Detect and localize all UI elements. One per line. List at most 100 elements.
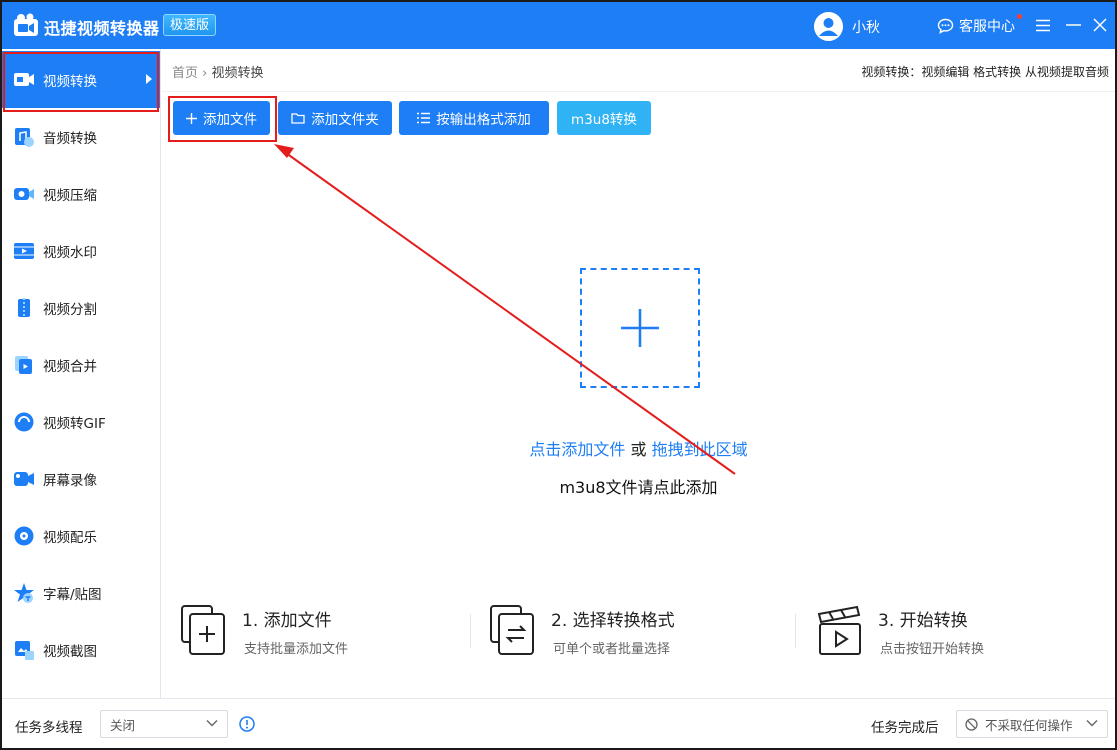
files-add-icon <box>181 605 225 655</box>
step-add-file: 1. 添加文件 支持批量添加文件 <box>180 604 420 664</box>
minimize-button[interactable] <box>1060 12 1086 38</box>
step-divider <box>795 614 796 648</box>
add-file-label: 添加文件 <box>203 112 257 128</box>
sidebar-item-label: 屏幕录像 <box>43 472 97 489</box>
plus-icon <box>621 309 659 347</box>
customer-service-label: 客服中心 <box>959 19 1015 35</box>
sidebar-item-label: 字幕/贴图 <box>43 586 102 603</box>
or-text: 或 <box>625 440 652 459</box>
breadcrumb: 首页 › 视频转换 <box>172 62 264 81</box>
list-icon <box>417 112 431 124</box>
step-desc: 可单个或者批量选择 <box>553 642 671 657</box>
step-title: 3. 开始转换 <box>878 611 968 631</box>
sidebar-item-subtitle-sticker[interactable]: 字幕/贴图 <box>2 564 160 621</box>
minimize-icon <box>1065 24 1081 26</box>
app-title: 迅捷视频转换器 <box>44 19 160 38</box>
breadcrumb-home[interactable]: 首页 <box>172 66 198 81</box>
sidebar-item-label: 音频转换 <box>43 130 97 147</box>
close-button[interactable] <box>1087 12 1113 38</box>
sidebar-item-label: 视频转GIF <box>43 415 106 432</box>
edition-badge: 极速版 <box>163 14 217 36</box>
multithread-select[interactable]: 关闭 <box>100 710 228 738</box>
sidebar-item-video-convert[interactable]: 视频转换 <box>2 51 160 108</box>
step-choose-format: 2. 选择转换格式 可单个或者批量选择 <box>489 604 749 664</box>
username[interactable]: 小秋 <box>852 17 880 37</box>
screen-record-icon <box>13 468 35 490</box>
sidebar-item-video-music[interactable]: 视频配乐 <box>2 507 160 564</box>
breadcrumb-separator: › <box>202 66 208 81</box>
footer-bar: 任务多线程 关闭 任务完成后 不采取任何操作 <box>2 698 1115 748</box>
sidebar-item-video-split[interactable]: 视频分割 <box>2 279 160 336</box>
sidebar-item-video-watermark[interactable]: 视频水印 <box>2 222 160 279</box>
video-compress-icon <box>13 183 35 205</box>
sidebar-item-label: 视频水印 <box>43 244 97 261</box>
ban-icon <box>965 718 978 731</box>
video-split-icon <box>13 297 35 319</box>
after-done-value: 不采取任何操作 <box>985 717 1073 733</box>
m3u8-convert-button[interactable]: m3u8转换 <box>557 101 651 135</box>
feature-hint-text: 视频转换：视频编辑 格式转换 从视频提取音频 <box>861 65 1109 79</box>
click-add-file-link[interactable]: 点击添加文件 <box>529 440 625 459</box>
sidebar-item-label: 视频转换 <box>43 73 97 90</box>
after-done-label: 任务完成后 <box>871 720 939 736</box>
title-bar: 迅捷视频转换器 极速版 小秋 客服中心 <box>2 2 1115 49</box>
video-music-icon <box>13 525 35 547</box>
info-icon[interactable] <box>239 716 255 732</box>
drop-zone[interactable] <box>580 268 700 388</box>
drag-here-link[interactable]: 拖拽到此区域 <box>652 440 748 459</box>
main-content: 首页 › 视频转换 视频转换：视频编辑 格式转换 从视频提取音频 添加文件 添加… <box>162 49 1115 698</box>
add-folder-label: 添加文件夹 <box>311 112 379 128</box>
step-desc: 点击按钮开始转换 <box>880 642 985 657</box>
sidebar-item-screen-record[interactable]: 屏幕录像 <box>2 450 160 507</box>
multithread-value: 关闭 <box>110 717 136 733</box>
video-watermark-icon <box>13 240 35 262</box>
chevron-right-icon <box>146 74 152 84</box>
after-done-select[interactable]: 不采取任何操作 <box>956 710 1108 738</box>
sidebar-item-video-merge[interactable]: 视频合并 <box>2 336 160 393</box>
sidebar-item-label: 视频截图 <box>43 643 97 660</box>
avatar[interactable] <box>814 12 843 41</box>
app-window: 迅捷视频转换器 极速版 小秋 客服中心 视频转换 音频转换 视频压缩 视频水印 … <box>2 2 1115 748</box>
add-by-format-label: 按输出格式添加 <box>436 112 531 128</box>
sidebar: 视频转换 音频转换 视频压缩 视频水印 视频分割 视频合并 视频转GIF 屏幕录… <box>2 49 161 698</box>
notification-dot <box>1017 14 1022 19</box>
sidebar-item-label: 视频分割 <box>43 301 97 318</box>
video-to-gif-icon <box>13 411 35 433</box>
step-title: 1. 添加文件 <box>242 611 332 631</box>
sidebar-item-audio-convert[interactable]: 音频转换 <box>2 108 160 165</box>
header-divider <box>162 91 1115 92</box>
sidebar-item-video-compress[interactable]: 视频压缩 <box>2 165 160 222</box>
video-convert-icon <box>13 69 35 91</box>
sidebar-item-video-screenshot[interactable]: 视频截图 <box>2 621 160 678</box>
folder-icon <box>291 113 305 124</box>
chat-bubble-icon <box>937 18 954 34</box>
step-divider <box>470 614 471 648</box>
plus-icon <box>186 112 197 124</box>
clapperboard-icon <box>817 605 861 655</box>
m3u8-add-link[interactable]: m3u8文件请点此添加 <box>162 474 1115 498</box>
sidebar-item-label: 视频合并 <box>43 358 97 375</box>
sidebar-item-video-to-gif[interactable]: 视频转GIF <box>2 393 160 450</box>
step-title: 2. 选择转换格式 <box>551 611 675 631</box>
audio-convert-icon <box>13 126 35 148</box>
breadcrumb-current: 视频转换 <box>211 66 264 81</box>
step-desc: 支持批量添加文件 <box>244 642 349 657</box>
menu-button[interactable] <box>1030 12 1056 38</box>
chevron-down-icon <box>1086 720 1098 727</box>
format-convert-icon <box>490 605 534 655</box>
add-folder-button[interactable]: 添加文件夹 <box>278 101 392 135</box>
m3u8-convert-label: m3u8转换 <box>571 112 637 128</box>
add-by-format-button[interactable]: 按输出格式添加 <box>399 101 549 135</box>
sidebar-item-label: 视频配乐 <box>43 529 97 546</box>
customer-service-button[interactable]: 客服中心 <box>937 16 1015 36</box>
add-file-button[interactable]: 添加文件 <box>173 101 270 135</box>
sidebar-item-label: 视频压缩 <box>43 187 97 204</box>
app-logo-icon <box>14 13 38 36</box>
drop-hint: 点击添加文件 或 拖拽到此区域 <box>162 436 1115 460</box>
chevron-down-icon <box>206 720 218 727</box>
multithread-label: 任务多线程 <box>15 720 83 736</box>
video-screenshot-icon <box>13 639 35 661</box>
subtitle-sticker-icon <box>13 582 35 604</box>
step-start-convert: 3. 开始转换 点击按钮开始转换 <box>816 604 1056 664</box>
video-merge-icon <box>13 354 35 376</box>
